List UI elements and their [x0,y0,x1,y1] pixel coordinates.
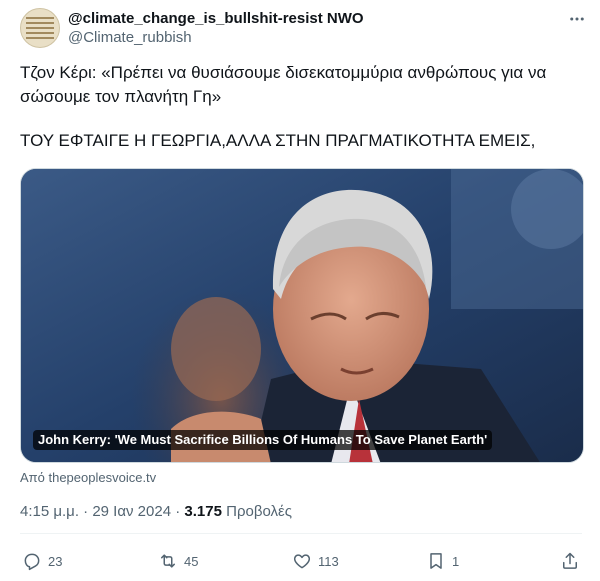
share-icon [563,552,577,569]
photo-of-speaker [21,169,583,462]
author-info: @climate_change_is_bullshit-resist NWO @… [68,9,364,47]
reply-count: 23 [48,553,63,569]
bookmark-button[interactable]: 1 [426,548,459,574]
share-button[interactable] [560,548,580,574]
reply-icon [24,553,40,571]
views-count: 3.175 [184,503,222,520]
action-bar: 23 45 113 1 [20,548,582,574]
retweet-icon [161,554,175,568]
like-button[interactable]: 113 [292,548,339,574]
tweet-text-line: ΤΟΥ ΕΦΤΑΙΓΕ Η ΓΕΩΡΓΙΑ,ΑΛΛΑ ΣΤΗΝ ΠΡΑΓΜΑΤΙ… [20,131,536,150]
bookmark-icon [430,553,442,569]
reply-button[interactable]: 23 [22,548,62,574]
tweet-header: @climate_change_is_bullshit-resist NWO @… [20,8,588,52]
author-display-name[interactable]: @climate_change_is_bullshit-resist NWO [68,9,364,28]
tweet-date[interactable]: 29 Ιαν 2024 [92,503,171,520]
retweet-button[interactable]: 45 [158,548,198,574]
link-card-image[interactable]: John Kerry: 'We Must Sacrifice Billions … [20,168,584,463]
more-options-icon[interactable] [566,8,588,30]
views-label: Προβολές [221,503,292,520]
divider [20,533,582,534]
tweet-text: Τζον Κέρι: «Πρέπει να θυσιάσουμε δισεκατ… [20,61,580,153]
avatar[interactable] [20,8,60,48]
link-card-source[interactable]: Από thepeoplesvoice.tv [20,470,156,485]
tweet-text-line: Τζον Κέρι: «Πρέπει να θυσιάσουμε δισεκατ… [20,63,552,106]
tweet-meta: 4:15 μ.μ. · 29 Ιαν 2024 · 3.175 Προβολές [20,503,292,520]
meta-separator: · [171,503,185,520]
avatar-image [26,14,54,42]
link-card-title: John Kerry: 'We Must Sacrifice Billions … [33,430,493,450]
like-count: 113 [318,553,339,569]
bookmark-count: 1 [452,553,460,569]
meta-separator: · [78,503,93,520]
retweet-count: 45 [184,553,199,569]
heart-icon [293,554,311,569]
tweet-time[interactable]: 4:15 μ.μ. [20,503,79,520]
author-handle[interactable]: @Climate_rubbish [68,28,364,47]
